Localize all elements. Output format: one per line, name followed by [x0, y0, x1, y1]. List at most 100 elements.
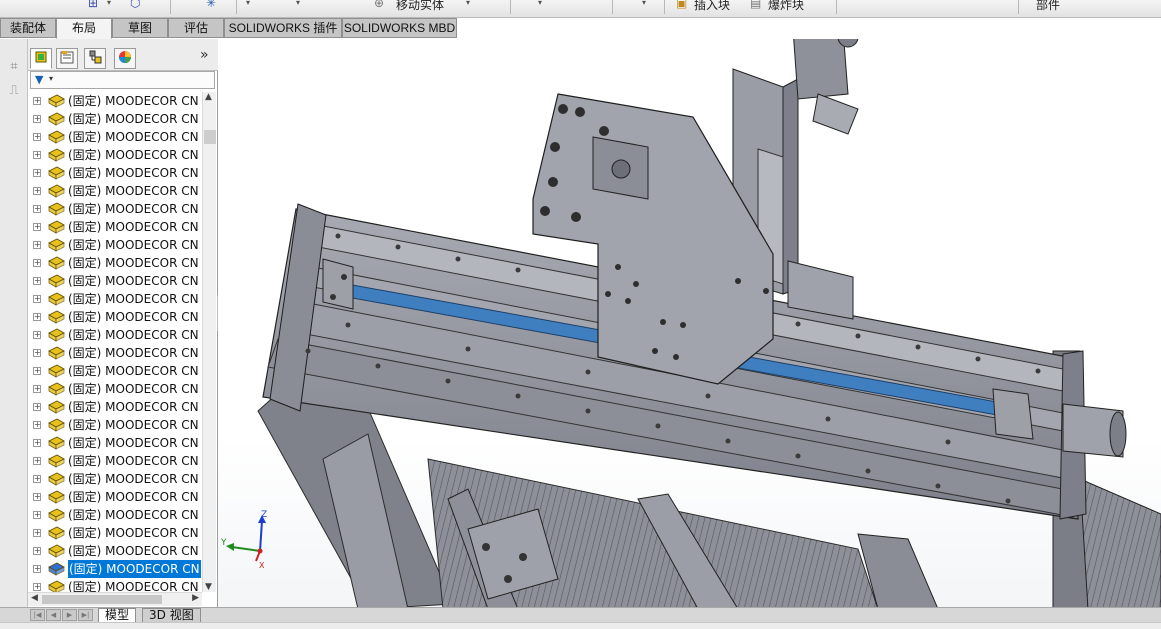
- hide-show-items-icon[interactable]: ◍: [789, 39, 807, 41]
- tree-item-component[interactable]: + (固定) MOODECOR CN: [28, 452, 202, 470]
- dropdown-arrow-icon[interactable]: ▾: [296, 0, 300, 7]
- expand-icon[interactable]: +: [33, 313, 41, 321]
- tree-item-component[interactable]: + (固定) MOODECOR CN: [28, 488, 202, 506]
- tree-filter-bar[interactable]: ▼ ▾: [30, 71, 215, 89]
- feature-tree-tab[interactable]: [30, 48, 52, 69]
- apply-scene-icon[interactable]: ✿: [849, 39, 867, 41]
- tree-item-component[interactable]: + (固定) MOODECOR CN: [28, 236, 202, 254]
- explode-icon[interactable]: ▤: [750, 0, 761, 10]
- dropdown-arrow-icon[interactable]: ▾: [538, 0, 542, 7]
- tab-solidworks-mbd[interactable]: SOLIDWORKS MBD: [342, 18, 457, 38]
- expand-icon[interactable]: +: [33, 457, 41, 465]
- tree-item-component[interactable]: + (固定) MOODECOR CN: [28, 308, 202, 326]
- expand-icon[interactable]: +: [33, 511, 41, 519]
- tree-item-component[interactable]: + (固定) MOODECOR CN: [28, 200, 202, 218]
- expand-icon[interactable]: +: [33, 475, 41, 483]
- tree-item-component[interactable]: + (固定) MOODECOR CN: [28, 578, 202, 592]
- expand-icon[interactable]: +: [33, 241, 41, 249]
- expand-icon[interactable]: +: [33, 97, 41, 105]
- expand-icon[interactable]: +: [33, 169, 41, 177]
- next-tab-icon[interactable]: ▶: [62, 609, 77, 621]
- toolbar-icon-b[interactable]: ⬡: [130, 0, 140, 10]
- tab-model[interactable]: 模型: [98, 608, 137, 623]
- section-view-icon[interactable]: ▥: [707, 39, 725, 41]
- tree-item-component[interactable]: + (固定) MOODECOR CN: [28, 434, 202, 452]
- tab-layout[interactable]: 布局: [56, 18, 112, 39]
- tree-item-component[interactable]: + (固定) MOODECOR CN: [28, 164, 202, 182]
- move-body-icon[interactable]: ⊕: [374, 0, 384, 10]
- dropdown-arrow-icon[interactable]: ▾: [107, 0, 111, 7]
- view-orientation-icon[interactable]: ◈: [729, 39, 747, 41]
- snap-icon[interactable]: ✳: [206, 0, 216, 10]
- property-manager-tab[interactable]: [56, 48, 78, 69]
- tree-item-component[interactable]: + (固定) MOODECOR CN: [28, 182, 202, 200]
- tree-item-component[interactable]: + (固定) MOODECOR CN: [28, 272, 202, 290]
- expand-icon[interactable]: +: [33, 529, 41, 537]
- explode-label[interactable]: 爆炸块: [768, 0, 804, 13]
- tree-item-component[interactable]: + (固定) MOODECOR CN: [28, 146, 202, 164]
- expand-icon[interactable]: +: [33, 259, 41, 267]
- tree-item-component[interactable]: + (固定) MOODECOR CN: [28, 416, 202, 434]
- configuration-manager-tab[interactable]: [84, 48, 106, 69]
- graphics-area[interactable]: ⌕ ⌕ ↶ ▥ ◈ ▾ ▣ ▾ ◍ ▾ ◉ ▾ ✿ ▾ ▤ ▾ Z Y: [218, 39, 1161, 609]
- tree-item-component[interactable]: + (固定) MOODECOR CN: [28, 326, 202, 344]
- cnc-machine-model[interactable]: [218, 39, 1161, 609]
- filter-dropdown-icon[interactable]: ▾: [49, 74, 53, 83]
- tab-evaluate[interactable]: 评估: [168, 18, 224, 38]
- expand-icon[interactable]: +: [33, 133, 41, 141]
- tree-item-component[interactable]: + (固定) MOODECOR CN: [28, 344, 202, 362]
- tree-item-component[interactable]: + (固定) MOODECOR CN: [28, 290, 202, 308]
- tree-item-component[interactable]: + (固定) MOODECOR CN: [28, 542, 202, 560]
- tree-item-component[interactable]: + (固定) MOODECOR CN: [28, 470, 202, 488]
- expand-icon[interactable]: +: [33, 583, 41, 591]
- expand-icon[interactable]: +: [33, 115, 41, 123]
- expand-icon[interactable]: +: [33, 295, 41, 303]
- expand-icon[interactable]: +: [33, 547, 41, 555]
- toolbar-icon-a[interactable]: ⊞: [88, 0, 98, 10]
- smart-dimension-icon[interactable]: ⎍: [6, 83, 22, 99]
- display-manager-tab[interactable]: [114, 48, 136, 69]
- move-body-label[interactable]: 移动实体: [396, 0, 444, 13]
- zoom-to-fit-icon[interactable]: ⌕: [639, 39, 657, 41]
- tree-vertical-scrollbar[interactable]: ▲ ▼: [202, 92, 216, 592]
- tab-sketch[interactable]: 草图: [112, 18, 168, 38]
- expand-icon[interactable]: +: [33, 277, 41, 285]
- display-style-icon[interactable]: ▣: [759, 39, 777, 41]
- tree-item-component[interactable]: + (固定) MOODECOR CN: [28, 506, 202, 524]
- tree-item-component[interactable]: + (固定) MOODECOR CN: [28, 398, 202, 416]
- expand-icon[interactable]: +: [33, 223, 41, 231]
- dropdown-arrow-icon[interactable]: ▾: [246, 0, 250, 7]
- view-settings-icon[interactable]: ▤: [881, 39, 899, 41]
- tab-assembly[interactable]: 装配体: [0, 18, 56, 38]
- expand-icon[interactable]: +: [33, 187, 41, 195]
- tree-item-component[interactable]: + (固定) MOODECOR CN: [28, 110, 202, 128]
- tab-3d-view[interactable]: 3D 视图: [142, 608, 201, 623]
- scroll-left-icon[interactable]: ◀: [31, 593, 38, 603]
- scrollbar-thumb[interactable]: [204, 130, 216, 144]
- tree-item-component[interactable]: + (固定) MOODECOR CN: [28, 254, 202, 272]
- dropdown-arrow-icon[interactable]: ▾: [466, 0, 470, 7]
- expand-icon[interactable]: +: [33, 349, 41, 357]
- expand-icon[interactable]: +: [33, 385, 41, 393]
- scroll-up-icon[interactable]: ▲: [205, 92, 212, 102]
- tree-item-component[interactable]: + (固定) MOODECOR CN: [28, 524, 202, 542]
- first-tab-icon[interactable]: |◀: [30, 609, 45, 621]
- filter-icon[interactable]: ▼: [35, 73, 43, 86]
- expand-icon[interactable]: +: [33, 403, 41, 411]
- insert-block-icon[interactable]: ▣: [676, 0, 687, 10]
- tree-horizontal-scrollbar[interactable]: ◀ ▶: [28, 592, 202, 606]
- tree-item-component[interactable]: + (固定) MOODECOR CN: [28, 362, 202, 380]
- tree-item-component[interactable]: + (固定) MOODECOR CN: [28, 560, 202, 578]
- hscrollbar-thumb[interactable]: [42, 595, 162, 604]
- expand-icon[interactable]: +: [33, 565, 41, 573]
- part-label[interactable]: 部件: [1036, 0, 1060, 13]
- expand-icon[interactable]: +: [33, 493, 41, 501]
- tree-item-component[interactable]: + (固定) MOODECOR CN: [28, 380, 202, 398]
- prev-tab-icon[interactable]: ◀: [46, 609, 61, 621]
- more-tabs-chevron-icon[interactable]: »: [200, 47, 209, 63]
- dropdown-arrow-icon[interactable]: ▾: [642, 0, 646, 7]
- tree-item-component[interactable]: + (固定) MOODECOR CN: [28, 128, 202, 146]
- edit-appearance-icon[interactable]: ◉: [819, 39, 837, 41]
- last-tab-icon[interactable]: ▶|: [78, 609, 93, 621]
- tree-item-component[interactable]: + (固定) MOODECOR CN: [28, 218, 202, 236]
